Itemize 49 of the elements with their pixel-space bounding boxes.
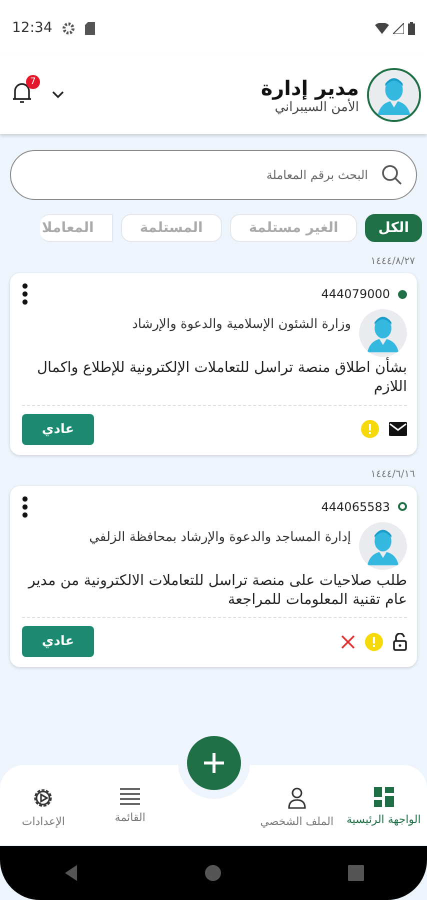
envelope-icon bbox=[389, 422, 407, 436]
transaction-number: 444065583 bbox=[321, 500, 390, 514]
date-label: ١٤٤٤/٨/٢٧ bbox=[370, 255, 416, 269]
settings-icon bbox=[32, 787, 54, 809]
home-icon[interactable] bbox=[205, 865, 222, 881]
priority-button[interactable]: عادي bbox=[22, 626, 94, 658]
chevron-down-icon[interactable] bbox=[52, 91, 64, 99]
person-icon bbox=[286, 787, 307, 809]
avatar-icon bbox=[359, 309, 407, 357]
battery-icon bbox=[408, 22, 415, 34]
recents-icon[interactable] bbox=[348, 865, 364, 881]
avatar-icon bbox=[367, 68, 421, 122]
nav-item[interactable]: الإعدادات bbox=[0, 787, 87, 845]
back-icon[interactable] bbox=[63, 865, 80, 881]
user-department: الأمن السيبراني bbox=[274, 100, 359, 114]
sd-card-icon bbox=[85, 22, 96, 34]
warning-icon bbox=[365, 632, 383, 651]
more-icon[interactable] bbox=[22, 283, 28, 305]
dashboard-icon bbox=[374, 787, 394, 807]
date-label: ١٤٤٤/٦/١٦ bbox=[370, 468, 416, 482]
priority-button[interactable]: عادي bbox=[22, 414, 94, 445]
add-button[interactable] bbox=[187, 736, 241, 790]
transaction-subject: طلب صلاحيات على منصة تراسل للتعاملات الالكترونية من مدير عام تقنية المعلومات للمراجعة bbox=[22, 572, 407, 618]
warning-icon bbox=[361, 420, 379, 438]
filter-tab[interactable]: المعاملا bbox=[40, 214, 113, 242]
signal-icon bbox=[393, 22, 404, 34]
cross-icon bbox=[341, 634, 355, 649]
avatar-icon bbox=[359, 522, 407, 570]
filter-tab[interactable]: المستلمة bbox=[120, 214, 222, 242]
sender-name: إدارة المساجد والدعوة والإرشاد بمحافظة الزلفي bbox=[89, 530, 351, 545]
bell-icon[interactable] bbox=[12, 82, 32, 104]
menu-icon bbox=[119, 787, 142, 805]
transaction-subject: بشأن اطلاق منصة تراسل للتعاملات الإلكترونية للإطلاع واكمال اللازم bbox=[22, 359, 407, 406]
clock-time: 12:34 bbox=[12, 20, 52, 36]
sender-name: وزارة الشئون الإسلامية والدعوة والإرشاد bbox=[132, 317, 351, 332]
search-field[interactable]: البحث برقم المعاملة bbox=[10, 150, 417, 200]
wifi-icon bbox=[375, 22, 389, 34]
user-title: مدير إدارة bbox=[260, 76, 359, 100]
filter-tab[interactable]: الغير مستلمة bbox=[230, 214, 358, 242]
padlock-icon bbox=[393, 632, 407, 651]
nav-item[interactable]: الواجهة الرئيسية bbox=[340, 787, 427, 845]
search-icon bbox=[381, 164, 403, 186]
nav-item[interactable]: القائمة bbox=[86, 787, 174, 845]
plus-icon bbox=[203, 752, 225, 774]
nav-item[interactable]: الملف الشخصي bbox=[254, 787, 340, 845]
filter-tab[interactable]: الكل bbox=[365, 214, 422, 242]
more-icon[interactable] bbox=[22, 496, 28, 518]
notification-badge: 7 bbox=[26, 75, 40, 89]
transaction-number: 444079000 bbox=[321, 287, 390, 301]
